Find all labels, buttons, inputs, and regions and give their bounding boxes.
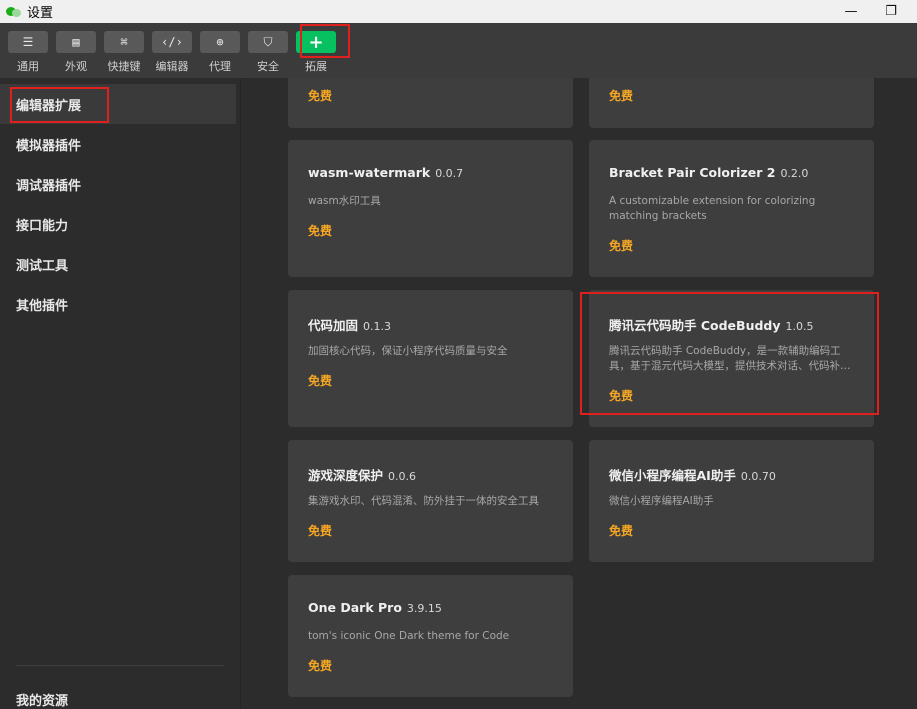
toolbar-label: 代理 bbox=[209, 60, 231, 73]
extension-card[interactable]: 微信小程序编程AI助手 0.0.70 微信小程序编程AI助手 免费 bbox=[589, 440, 874, 562]
sliders-icon: ☰ bbox=[8, 31, 48, 53]
highlight-box bbox=[580, 292, 879, 415]
extension-version: 0.2.0 bbox=[780, 167, 809, 180]
extension-card[interactable]: wasm-watermark 0.0.7 wasm水印工具 免费 bbox=[288, 140, 573, 277]
sidebar-item-my-resources[interactable]: 我的资源 bbox=[0, 679, 236, 709]
toolbar-label: 安全 bbox=[257, 60, 279, 73]
extension-description: 微信小程序编程AI助手 bbox=[609, 495, 714, 507]
extension-name: wasm-watermark bbox=[308, 165, 431, 180]
extension-title: 代码加固 0.1.3 bbox=[308, 315, 391, 334]
extension-version: 0.0.70 bbox=[740, 470, 776, 483]
price-label: 免费 bbox=[308, 374, 333, 388]
price-label: 免费 bbox=[308, 224, 333, 238]
sidebar-item-other-plugins[interactable]: 其他插件 bbox=[0, 284, 236, 324]
extension-description: 加固核心代码，保证小程序代码质量与安全 bbox=[308, 345, 508, 357]
sidebar-item-test-tools[interactable]: 测试工具 bbox=[0, 244, 236, 284]
extension-description: wasm水印工具 bbox=[308, 195, 381, 207]
extension-description: tom's iconic One Dark theme for Code bbox=[308, 630, 510, 642]
price-label: 免费 bbox=[308, 659, 333, 673]
title-bar: 设置 — ❐ bbox=[0, 0, 917, 23]
extension-name: One Dark Pro bbox=[308, 600, 402, 615]
wechat-devtools-icon bbox=[6, 6, 22, 18]
extension-card[interactable]: 游戏深度保护 0.0.6 集游戏水印、代码混淆、防外挂于一体的安全工具 免费 bbox=[288, 440, 573, 562]
window-title: 设置 bbox=[27, 6, 54, 21]
sidebar: 编辑器扩展 模拟器插件 调试器插件 接口能力 测试工具 其他插件 我的资源 bbox=[0, 78, 241, 709]
settings-toolbar: ☰ 通用 ▤ 外观 ⌘ 快捷键 ‹/› 编辑器 ⊕ 代理 ⛉ 安全 + 拓展 bbox=[0, 23, 917, 78]
toolbar-shortcuts[interactable]: ⌘ 快捷键 bbox=[102, 29, 146, 77]
extension-description: A customizable extension for colorizing … bbox=[609, 195, 816, 222]
extension-name: Bracket Pair Colorizer 2 bbox=[609, 165, 776, 180]
toolbar-appearance[interactable]: ▤ 外观 bbox=[54, 29, 98, 77]
toolbar-label: 编辑器 bbox=[155, 60, 189, 73]
shield-icon: ⛉ bbox=[248, 31, 288, 53]
command-key-icon: ⌘ bbox=[104, 31, 144, 53]
extension-version: 0.0.7 bbox=[435, 167, 464, 180]
extension-name: 微信小程序编程AI助手 bbox=[609, 468, 736, 483]
extension-title: wasm-watermark 0.0.7 bbox=[308, 165, 463, 180]
toolbar-label: 拓展 bbox=[305, 60, 327, 73]
sidebar-item-debugger-plugins[interactable]: 调试器插件 bbox=[0, 164, 236, 204]
price-label: 免费 bbox=[609, 239, 634, 253]
extension-version: 0.0.6 bbox=[388, 470, 417, 483]
extension-name: 代码加固 bbox=[308, 318, 359, 333]
price-label: 免费 bbox=[308, 524, 333, 538]
extension-card[interactable]: 免费 bbox=[288, 78, 573, 128]
restore-button[interactable]: ❐ bbox=[874, 0, 908, 23]
extension-name: 游戏深度保护 bbox=[308, 468, 384, 483]
price-label: 免费 bbox=[308, 89, 333, 103]
extension-card[interactable]: Bracket Pair Colorizer 2 0.2.0 A customiz… bbox=[589, 140, 874, 277]
extension-version: 3.9.15 bbox=[406, 602, 442, 615]
extension-title: 微信小程序编程AI助手 0.0.70 bbox=[609, 465, 776, 484]
price-label: 免费 bbox=[609, 524, 634, 538]
extension-description: 集游戏水印、代码混淆、防外挂于一体的安全工具 bbox=[308, 495, 539, 507]
extension-card[interactable]: One Dark Pro 3.9.15 tom's iconic One Dark… bbox=[288, 575, 573, 697]
extension-title: 游戏深度保护 0.0.6 bbox=[308, 465, 416, 484]
minimize-button[interactable]: — bbox=[834, 0, 868, 23]
window-layout-icon: ▤ bbox=[56, 31, 96, 53]
sidebar-item-api-capabilities[interactable]: 接口能力 bbox=[0, 204, 236, 244]
toolbar-label: 快捷键 bbox=[107, 60, 141, 73]
extension-title: Bracket Pair Colorizer 2 0.2.0 bbox=[609, 165, 808, 180]
toolbar-proxy[interactable]: ⊕ 代理 bbox=[198, 29, 242, 77]
toolbar-editor[interactable]: ‹/› 编辑器 bbox=[150, 29, 194, 77]
toolbar-label: 外观 bbox=[65, 60, 87, 73]
extension-card[interactable]: 代码加固 0.1.3 加固核心代码，保证小程序代码质量与安全 免费 bbox=[288, 290, 573, 427]
extension-card[interactable]: 免费 bbox=[589, 78, 874, 128]
toolbar-general[interactable]: ☰ 通用 bbox=[6, 29, 50, 77]
extension-version: 0.1.3 bbox=[363, 320, 392, 333]
globe-icon: ⊕ bbox=[200, 31, 240, 53]
toolbar-security[interactable]: ⛉ 安全 bbox=[246, 29, 290, 77]
highlight-box bbox=[10, 87, 109, 123]
toolbar-label: 通用 bbox=[17, 60, 39, 73]
sidebar-divider bbox=[16, 665, 224, 666]
highlight-box bbox=[300, 24, 350, 58]
extension-title: One Dark Pro 3.9.15 bbox=[308, 600, 442, 615]
code-brackets-icon: ‹/› bbox=[152, 31, 192, 53]
price-label: 免费 bbox=[609, 89, 634, 103]
sidebar-item-simulator-plugins[interactable]: 模拟器插件 bbox=[0, 124, 236, 164]
